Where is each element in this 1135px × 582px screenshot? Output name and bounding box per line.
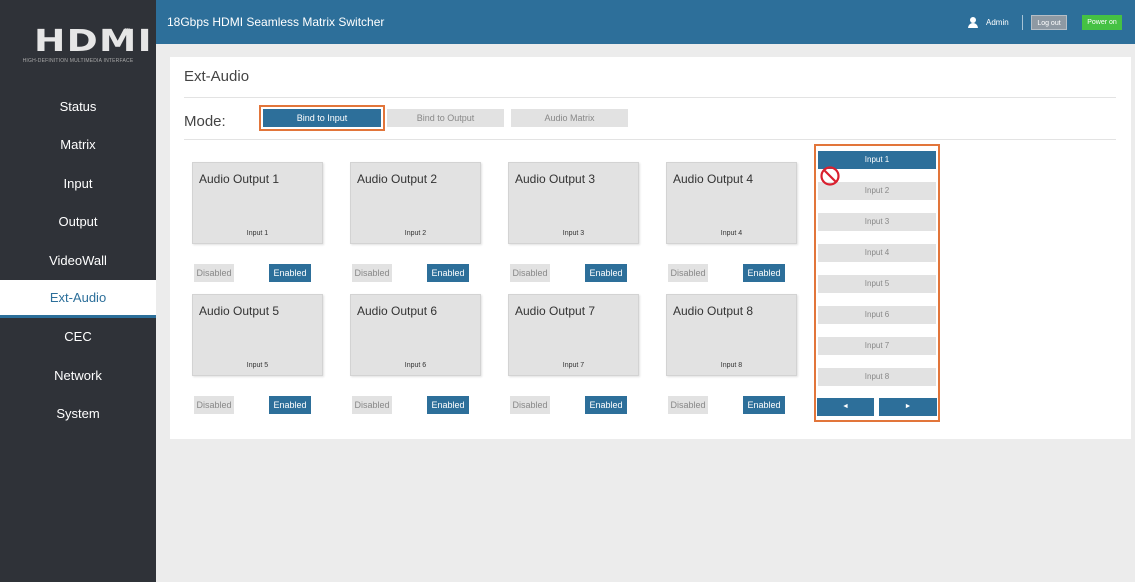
header-divider	[1022, 15, 1023, 30]
user-icon	[968, 17, 978, 28]
logo-tagline: HIGH-DEFINITION MULTIMEDIA INTERFACE	[22, 58, 134, 64]
input-item-8[interactable]: Input 8	[818, 368, 936, 386]
logo-tm: ™	[124, 28, 130, 34]
enabled-button-3[interactable]: Enabled	[585, 264, 627, 282]
input-item-7[interactable]: Input 7	[818, 337, 936, 355]
logo-text: HDMI	[34, 24, 153, 59]
divider	[184, 139, 1116, 140]
sidebar-item-output[interactable]: Output	[0, 203, 156, 241]
audio-output-card-6[interactable]: Audio Output 6 Input 6	[350, 294, 481, 376]
bound-input-label: Input 2	[404, 230, 427, 237]
audio-output-card-1[interactable]: Audio Output 1 Input 1	[192, 162, 323, 244]
audio-output-name: Audio Output 3	[515, 172, 596, 186]
audio-output-card-2[interactable]: Audio Output 2 Input 2	[350, 162, 481, 244]
disabled-button-1[interactable]: Disabled	[194, 264, 234, 282]
sidebar-item-matrix[interactable]: Matrix	[0, 126, 156, 164]
mode-label: Mode:	[184, 113, 226, 130]
audio-output-card-7[interactable]: Audio Output 7 Input 7	[508, 294, 639, 376]
sidebar-item-input[interactable]: Input	[0, 165, 156, 203]
audio-output-name: Audio Output 6	[357, 304, 438, 318]
top-header: 18Gbps HDMI Seamless Matrix Switcher Adm…	[156, 0, 1135, 44]
enabled-button-4[interactable]: Enabled	[743, 264, 785, 282]
disabled-button-2[interactable]: Disabled	[352, 264, 392, 282]
page-title: Ext-Audio	[184, 68, 250, 85]
sidebar-nav: Status Matrix Input Output VideoWall Ext…	[0, 88, 156, 434]
user-name: Admin	[986, 18, 1009, 27]
audio-output-name: Audio Output 4	[673, 172, 754, 186]
logout-button[interactable]: Log out	[1031, 15, 1067, 30]
audio-output-name: Audio Output 7	[515, 304, 596, 318]
app-title: 18Gbps HDMI Seamless Matrix Switcher	[167, 15, 385, 29]
audio-output-name: Audio Output 8	[673, 304, 754, 318]
mode-bind-to-input-button[interactable]: Bind to Input	[263, 109, 381, 127]
sidebar-item-ext-audio[interactable]: Ext-Audio	[0, 279, 156, 319]
bound-input-label: Input 1	[246, 230, 269, 237]
audio-output-card-5[interactable]: Audio Output 5 Input 5	[192, 294, 323, 376]
bound-input-label: Input 8	[720, 362, 743, 369]
arrow-left-icon: ◄	[842, 403, 849, 410]
input-item-3[interactable]: Input 3	[818, 213, 936, 231]
sidebar: HDMI ™ HIGH-DEFINITION MULTIMEDIA INTERF…	[0, 0, 156, 582]
enabled-button-8[interactable]: Enabled	[743, 396, 785, 414]
enabled-button-2[interactable]: Enabled	[427, 264, 469, 282]
sidebar-item-status[interactable]: Status	[0, 88, 156, 126]
disabled-button-4[interactable]: Disabled	[668, 264, 708, 282]
audio-output-card-8[interactable]: Audio Output 8 Input 8	[666, 294, 797, 376]
bound-input-label: Input 7	[562, 362, 585, 369]
sidebar-item-system[interactable]: System	[0, 395, 156, 433]
next-page-button[interactable]: ►	[879, 398, 937, 416]
enabled-button-7[interactable]: Enabled	[585, 396, 627, 414]
audio-output-name: Audio Output 5	[199, 304, 280, 318]
hdmi-logo: HDMI ™ HIGH-DEFINITION MULTIMEDIA INTERF…	[0, 0, 156, 88]
sidebar-item-network[interactable]: Network	[0, 357, 156, 395]
disabled-button-3[interactable]: Disabled	[510, 264, 550, 282]
sidebar-item-cec[interactable]: CEC	[0, 318, 156, 356]
bound-input-label: Input 6	[404, 362, 427, 369]
disabled-button-6[interactable]: Disabled	[352, 396, 392, 414]
arrow-right-icon: ►	[904, 403, 912, 410]
enabled-button-1[interactable]: Enabled	[269, 264, 311, 282]
enabled-button-5[interactable]: Enabled	[269, 396, 311, 414]
audio-output-name: Audio Output 2	[357, 172, 438, 186]
bound-input-label: Input 3	[562, 230, 585, 237]
audio-output-card-4[interactable]: Audio Output 4 Input 4	[666, 162, 797, 244]
sidebar-item-videowall[interactable]: VideoWall	[0, 242, 156, 280]
disabled-button-8[interactable]: Disabled	[668, 396, 708, 414]
prev-page-button[interactable]: ◄	[817, 398, 874, 416]
audio-output-name: Audio Output 1	[199, 172, 280, 186]
mode-audio-matrix-button[interactable]: Audio Matrix	[511, 109, 628, 127]
disabled-button-5[interactable]: Disabled	[194, 396, 234, 414]
ext-audio-panel: Ext-Audio Mode: Bind to Input Bind to Ou…	[170, 57, 1131, 439]
audio-output-card-3[interactable]: Audio Output 3 Input 3	[508, 162, 639, 244]
input-item-4[interactable]: Input 4	[818, 244, 936, 262]
disabled-button-7[interactable]: Disabled	[510, 396, 550, 414]
input-item-5[interactable]: Input 5	[818, 275, 936, 293]
bound-input-label: Input 5	[246, 362, 269, 369]
mode-bind-to-output-button[interactable]: Bind to Output	[387, 109, 504, 127]
enabled-button-6[interactable]: Enabled	[427, 396, 469, 414]
power-on-button[interactable]: Power on	[1082, 15, 1122, 30]
bound-input-label: Input 4	[720, 230, 743, 237]
no-entry-icon	[820, 166, 840, 186]
input-item-6[interactable]: Input 6	[818, 306, 936, 324]
divider	[184, 97, 1116, 98]
